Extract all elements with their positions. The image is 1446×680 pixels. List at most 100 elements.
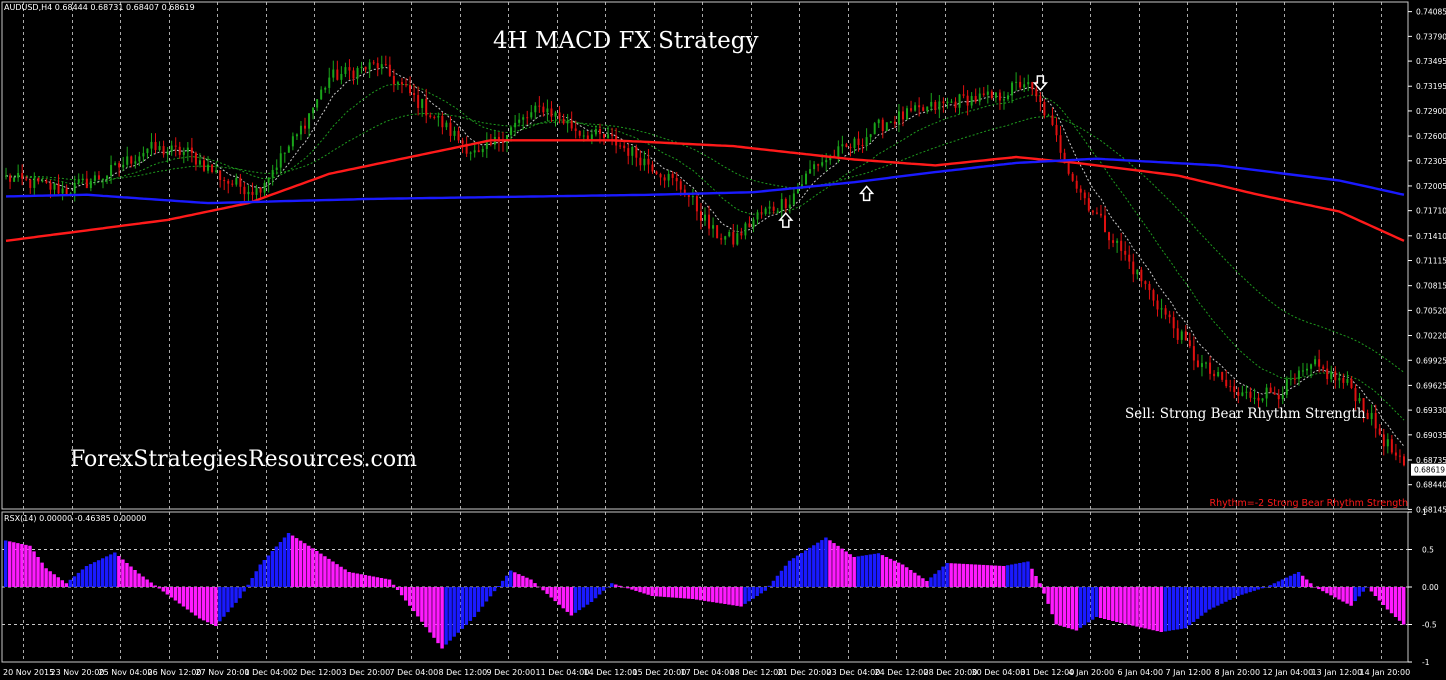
website-watermark: ForexStrategiesResources.com — [70, 447, 417, 472]
rsx-histogram-bar — [622, 587, 626, 588]
rsx-histogram-bar — [20, 544, 24, 587]
candle-body — [651, 164, 654, 172]
candle-body — [780, 199, 783, 211]
candle-body — [1180, 331, 1183, 340]
rsx-histogram-bar — [1090, 587, 1095, 620]
rsx-histogram-bar — [1212, 587, 1216, 608]
candle-body — [805, 173, 808, 185]
candle-body — [986, 91, 989, 95]
candle-body — [380, 64, 383, 69]
rsx-histogram-bar — [1183, 587, 1188, 629]
candle-body — [89, 180, 92, 189]
rsx-histogram-bar — [872, 553, 877, 587]
candle-body — [1338, 377, 1341, 381]
rsx-histogram-bar — [1038, 583, 1042, 587]
rsx-histogram-bar — [977, 564, 982, 587]
candle-body — [1253, 397, 1256, 399]
candle-body — [1306, 368, 1309, 371]
candle-body — [962, 94, 965, 96]
rsx-histogram-bar — [690, 587, 695, 599]
rsx-histogram-bar — [468, 587, 473, 621]
rsx-histogram-bar — [278, 542, 283, 587]
candle-body — [53, 183, 56, 190]
rsx-histogram-bar — [302, 543, 307, 587]
rsx-histogram-bar — [222, 587, 226, 617]
candle-body — [263, 182, 266, 193]
x-tick-label: 25 Nov 04:00 — [99, 668, 153, 677]
candle-body — [1390, 439, 1393, 453]
candle-body — [340, 73, 343, 80]
candle-body — [1209, 362, 1212, 374]
rsx-histogram-bar — [298, 540, 303, 587]
candle-body — [1128, 254, 1131, 262]
candle-body — [360, 66, 363, 68]
rsx-histogram-bar — [496, 586, 501, 587]
rsx-histogram-bar — [852, 557, 856, 587]
candle-body — [1289, 378, 1292, 380]
rsx-histogram-bar — [137, 573, 141, 587]
rsx-histogram-bar — [937, 570, 941, 587]
candle-body — [1132, 261, 1135, 275]
candle-body — [312, 107, 315, 114]
rsx-histogram-bar — [1199, 587, 1204, 616]
candle-body — [1055, 124, 1058, 136]
rsx-histogram-bar — [270, 551, 275, 587]
candle-body — [110, 164, 113, 176]
candle-body — [550, 108, 553, 117]
candle-body — [441, 115, 444, 128]
candle-body — [481, 148, 484, 153]
rsx-histogram-bar — [88, 564, 93, 587]
candle-body — [1192, 346, 1195, 361]
rsx-histogram-bar — [323, 556, 327, 587]
candle-body — [934, 101, 937, 110]
rsx-histogram-bar — [1288, 575, 1293, 587]
rsx-histogram-bar — [626, 587, 630, 589]
rsx-histogram-bar — [505, 575, 509, 587]
candle-body — [1071, 173, 1074, 181]
arrow-up-icon — [858, 185, 875, 202]
candle-body — [316, 99, 319, 108]
rsx-histogram-bar — [367, 575, 372, 587]
rsx-histogram-bar — [1260, 587, 1264, 589]
candle-body — [1334, 371, 1337, 381]
rsx-histogram-bar — [1123, 587, 1127, 624]
candle-body — [1120, 240, 1123, 251]
candle-body — [295, 134, 298, 137]
candle-body — [974, 96, 977, 102]
candle-body — [857, 138, 860, 145]
rsx-histogram-bar — [238, 587, 242, 599]
candle-body — [970, 96, 973, 106]
candle-body — [93, 175, 96, 181]
candle-body — [598, 128, 601, 135]
rsx-histogram-bar — [630, 587, 634, 590]
candle-body — [1152, 290, 1155, 301]
candle-body — [21, 173, 24, 179]
rsx-histogram-bar — [1098, 587, 1103, 618]
rsx-histogram-bar — [1127, 587, 1131, 625]
candle-body — [1108, 232, 1111, 241]
rsx-histogram-bar — [1280, 579, 1285, 587]
price-tick-label: 0.69625 — [1416, 381, 1446, 390]
candle-body — [267, 177, 270, 183]
rsx-histogram-bar — [517, 574, 521, 587]
candle-body — [1112, 240, 1115, 243]
candle-body — [328, 77, 331, 88]
rsx-histogram-bar — [379, 578, 384, 587]
candle-body — [796, 188, 799, 194]
candle-body — [942, 101, 945, 104]
candle-body — [990, 91, 993, 98]
candle-body — [388, 64, 391, 76]
rsx-histogram-bar — [1397, 587, 1402, 621]
rsx-histogram-bar — [197, 587, 202, 619]
rsx-tick-label: -1 — [1422, 658, 1430, 667]
candle-body — [1358, 398, 1361, 402]
candle-body — [150, 141, 153, 149]
chart-title: 4H MACD FX Strategy — [493, 28, 759, 54]
rsx-histogram-bar — [72, 576, 77, 587]
rsx-histogram-bar — [666, 587, 671, 598]
rsx-histogram-bar — [121, 559, 125, 587]
rsx-histogram-bar — [1187, 587, 1192, 626]
candle-body — [1184, 331, 1187, 341]
candle-body — [154, 141, 157, 150]
rsx-histogram-bar — [173, 587, 178, 601]
